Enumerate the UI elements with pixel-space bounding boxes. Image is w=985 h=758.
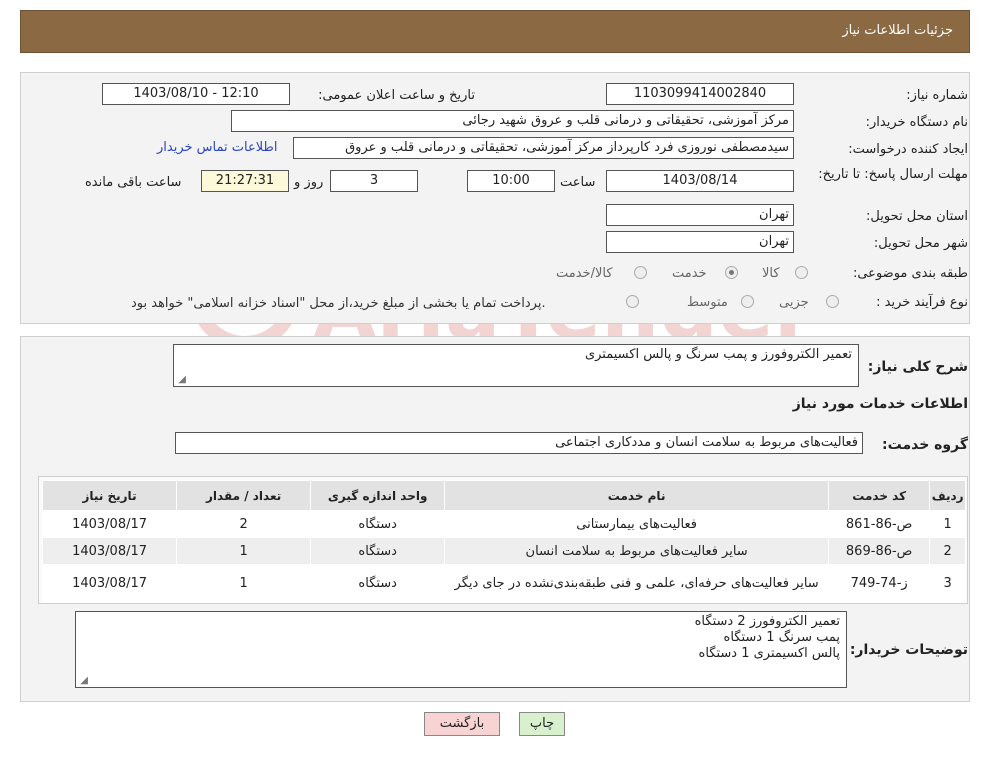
- cell-service-code: ص-86-861: [827, 510, 931, 538]
- purchase-partial-label: جزیی: [779, 295, 809, 310]
- buyer-contact-link[interactable]: اطلاعات تماس خریدار: [157, 140, 277, 155]
- table-row[interactable]: 3 ز-74-749 سایر فعالیت‌های حرفه‌ای، علمی…: [41, 564, 966, 603]
- buyer-notes-line: پمب سرنگ 1 دستگاه: [723, 630, 840, 645]
- remaining-time-label: ساعت باقی مانده: [85, 175, 182, 190]
- requester-label: ایجاد کننده درخواست:: [848, 142, 968, 157]
- treasury-note: پرداخت تمام یا بخشی از مبلغ خرید،از محل …: [131, 296, 546, 311]
- cell-service-name: سایر فعالیت‌های حرفه‌ای، علمی و فنی طبقه…: [444, 564, 829, 603]
- buyer-notes-label: توضیحات خریدار:: [849, 642, 968, 658]
- cell-unit: دستگاه: [310, 564, 446, 603]
- buyer-org-field[interactable]: مرکز آموزشی، تحقیقاتی و درمانی قلب و عرو…: [231, 110, 794, 132]
- treasury-checkbox[interactable]: [626, 295, 639, 308]
- page-header: جزئیات اطلاعات نیاز: [20, 10, 970, 53]
- col-header-service-name: نام خدمت: [444, 480, 829, 511]
- need-number-label: شماره نیاز:: [906, 88, 968, 103]
- category-radio-goods-service[interactable]: [634, 266, 647, 279]
- cell-row-number: 2: [929, 537, 966, 565]
- service-group-field[interactable]: فعالیت‌های مربوط به سلامت انسان و مددکار…: [175, 432, 863, 454]
- deadline-time-field[interactable]: 10:00: [467, 170, 555, 192]
- summary-label: شرح کلی نیاز:: [867, 359, 968, 375]
- cell-need-date: 1403/08/17: [41, 537, 178, 565]
- deadline-days-field[interactable]: 3: [330, 170, 418, 192]
- buyer-org-label: نام دستگاه خریدار:: [865, 115, 968, 130]
- table-row[interactable]: 2 ص-86-869 سایر فعالیت‌های مربوط به سلام…: [41, 537, 966, 565]
- cell-service-name: فعالیت‌های بیمارستانی: [444, 510, 829, 538]
- cell-service-code: ص-86-869: [827, 537, 931, 565]
- service-group-label: گروه خدمت:: [882, 437, 968, 453]
- cell-service-code: ز-74-749: [827, 564, 931, 603]
- services-table-wrapper: ردیف کد خدمت نام خدمت واحد اندازه گیری ت…: [38, 476, 968, 604]
- col-header-unit: واحد اندازه گیری: [310, 480, 446, 511]
- col-header-need-date: تاریخ نیاز: [41, 480, 178, 511]
- category-radio-goods[interactable]: [795, 266, 808, 279]
- purchase-type-label: نوع فرآیند خرید :: [876, 295, 968, 310]
- category-radio-service[interactable]: [725, 266, 738, 279]
- col-header-service-code: کد خدمت: [827, 480, 931, 511]
- deadline-date-field[interactable]: 1403/08/14: [606, 170, 794, 192]
- cell-quantity: 1: [176, 537, 312, 565]
- category-service-label: خدمت: [672, 266, 707, 281]
- deadline-label: مهلت ارسال پاسخ: تا تاریخ:: [818, 167, 968, 182]
- buyer-notes-line: پالس اکسیمتری 1 دستگاه: [698, 646, 840, 661]
- purchase-medium-label: متوسط: [687, 295, 728, 310]
- cell-need-date: 1403/08/17: [41, 510, 178, 538]
- table-header-row: ردیف کد خدمت نام خدمت واحد اندازه گیری ت…: [41, 480, 966, 511]
- deadline-time-label: ساعت: [560, 175, 596, 190]
- category-goods-label: کالا: [762, 266, 780, 281]
- remaining-time-field[interactable]: 21:27:31: [201, 170, 289, 192]
- purchase-radio-medium[interactable]: [741, 295, 754, 308]
- purchase-radio-partial[interactable]: [826, 295, 839, 308]
- page-title: جزئیات اطلاعات نیاز: [842, 23, 953, 38]
- col-header-row-number: ردیف: [929, 480, 966, 511]
- cell-row-number: 3: [929, 564, 966, 603]
- province-field[interactable]: تهران: [606, 204, 794, 226]
- category-label: طبقه بندی موضوعی:: [852, 266, 968, 281]
- cell-need-date: 1403/08/17: [41, 564, 178, 603]
- services-table: ردیف کد خدمت نام خدمت واحد اندازه گیری ت…: [41, 480, 966, 603]
- cell-row-number: 1: [929, 510, 966, 538]
- cell-unit: دستگاه: [310, 537, 446, 565]
- announce-datetime-field[interactable]: 1403/08/10 - 12:10: [102, 83, 290, 105]
- deadline-days-label: روز و: [294, 175, 324, 190]
- province-label: استان محل تحویل:: [866, 209, 968, 224]
- cell-unit: دستگاه: [310, 510, 446, 538]
- summary-text: تعمیر الکتروفورز و پمب سرنگ و پالس اکسیم…: [584, 347, 852, 362]
- category-goods-service-label: کالا/خدمت: [556, 266, 613, 281]
- print-button[interactable]: چاپ: [519, 712, 565, 736]
- city-field[interactable]: تهران: [606, 231, 794, 253]
- cell-quantity: 2: [176, 510, 312, 538]
- resize-grip-icon[interactable]: ◢: [78, 676, 88, 686]
- col-header-quantity: تعداد / مقدار: [176, 480, 312, 511]
- requester-field[interactable]: سیدمصطفی نوروزی فرد کارپرداز مرکز آموزشی…: [293, 137, 794, 159]
- announce-datetime-label: تاریخ و ساعت اعلان عمومی:: [318, 88, 475, 103]
- services-title: اطلاعات خدمات مورد نیاز: [792, 396, 968, 412]
- resize-grip-icon[interactable]: ◢: [176, 375, 186, 385]
- cell-quantity: 1: [176, 564, 312, 603]
- back-button[interactable]: بازگشت: [424, 712, 500, 736]
- cell-service-name: سایر فعالیت‌های مربوط به سلامت انسان: [444, 537, 829, 565]
- buyer-notes-line: تعمیر الکتروفورز 2 دستگاه: [694, 614, 840, 629]
- city-label: شهر محل تحویل:: [873, 236, 968, 251]
- summary-textarea[interactable]: تعمیر الکتروفورز و پمب سرنگ و پالس اکسیم…: [173, 344, 859, 387]
- need-number-field[interactable]: 1103099414002840: [606, 83, 794, 105]
- buyer-notes-textarea[interactable]: تعمیر الکتروفورز 2 دستگاه پمب سرنگ 1 دست…: [75, 611, 847, 688]
- table-row[interactable]: 1 ص-86-861 فعالیت‌های بیمارستانی دستگاه …: [41, 510, 966, 538]
